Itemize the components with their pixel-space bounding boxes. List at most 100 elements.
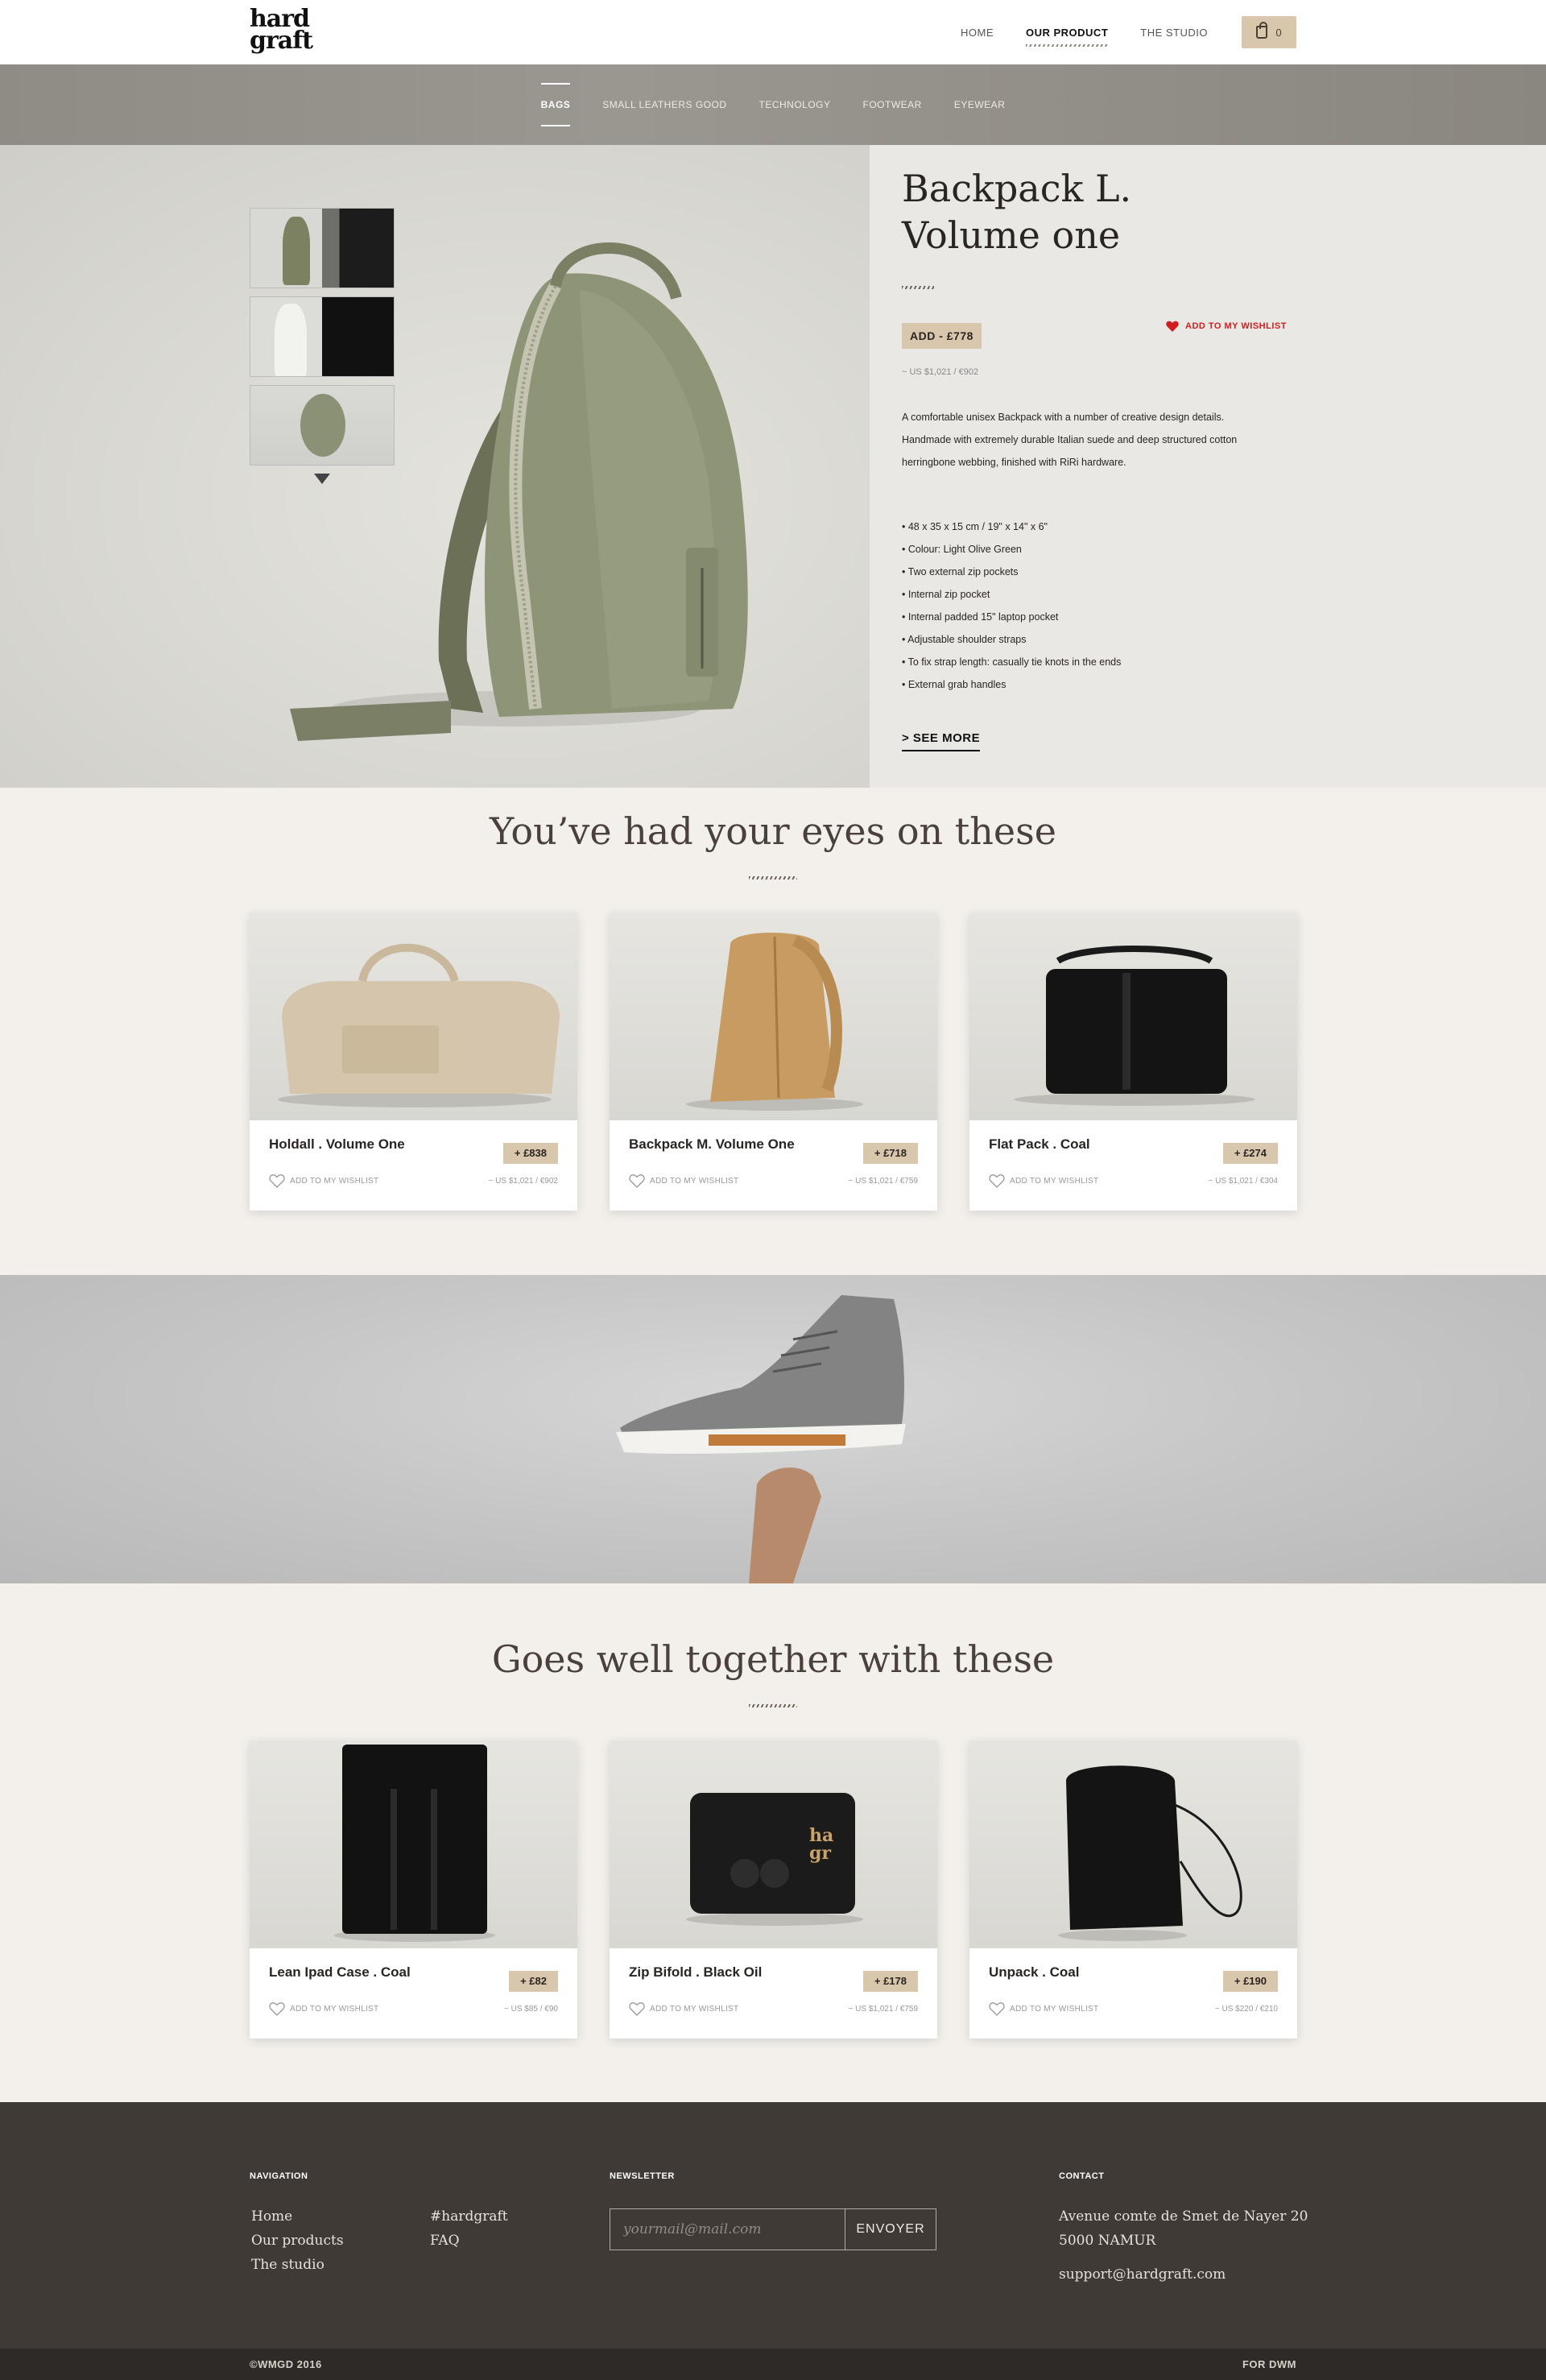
category-footwear[interactable]: FOOTWEAR: [863, 83, 922, 126]
cart-button[interactable]: 0: [1242, 16, 1296, 48]
product-card[interactable]: Holdall . Volume One + £838 ADD TO MY WI…: [250, 913, 577, 1211]
heart-icon: [1166, 321, 1179, 332]
footer-contact-heading: CONTACT: [1059, 2171, 1105, 2181]
wishlist-label: ADD TO MY WISHLIST: [650, 1176, 739, 1186]
heart-outline-icon: [989, 2002, 1005, 2016]
product-image-panel: [0, 145, 870, 788]
alt-price: ~ US $1,021 / €902: [488, 1177, 558, 1186]
newsletter-email-input[interactable]: [610, 2208, 845, 2250]
thumbnail-3[interactable]: [250, 385, 395, 466]
nav-our-product[interactable]: OUR PRODUCT: [1025, 27, 1109, 47]
product-card[interactable]: Unpack . Coal + £190 ADD TO MY WISHLIST …: [969, 1741, 1297, 2039]
footer-navigation-heading: NAVIGATION: [250, 2171, 308, 2181]
bag-open-figure: [300, 394, 345, 457]
thumbnail-list: [250, 208, 395, 484]
model-figure: [275, 304, 307, 376]
credit: FOR DWM: [1242, 2358, 1296, 2370]
product-name: Zip Bifold . Black Oil: [629, 1964, 763, 1980]
footer-link-hashtag[interactable]: #hardgraft: [430, 2208, 508, 2225]
logo-line-2: graft: [250, 27, 313, 55]
card-wishlist[interactable]: ADD TO MY WISHLIST: [989, 1173, 1098, 1188]
heart-outline-icon: [989, 1174, 1005, 1188]
alt-price: ~ US $85 / €90: [504, 2005, 558, 2014]
contact-email-link[interactable]: support@hardgraft.com: [1059, 2266, 1226, 2283]
add-price-button[interactable]: + £82: [509, 1971, 558, 1992]
sneaker-image: [616, 1295, 906, 1583]
heart-outline-icon: [269, 1174, 285, 1188]
product-image: [250, 1741, 577, 1948]
category-technology[interactable]: TECHNOLOGY: [759, 83, 831, 126]
category-bags[interactable]: BAGS: [540, 83, 571, 126]
feature-item: • 48 x 35 x 15 cm / 19" x 14" x 6": [902, 521, 1048, 532]
see-more-link[interactable]: > SEE MORE: [902, 731, 981, 751]
product-name: Holdall . Volume One: [269, 1136, 405, 1152]
add-price-button[interactable]: + £838: [502, 1143, 558, 1164]
alt-price: ~ US $220 / €210: [1214, 2005, 1278, 2014]
contact-address-line1: Avenue comte de Smet de Nayer 20: [1059, 2208, 1308, 2225]
logo[interactable]: hard graft: [250, 7, 322, 55]
contact-address-line2: 5000 NAMUR: [1059, 2233, 1156, 2249]
footer-link-products[interactable]: Our products: [251, 2233, 344, 2249]
product-image: ha gr: [610, 1741, 937, 1948]
copyright: ©WMGD 2016: [250, 2358, 322, 2370]
section-related-title: Goes well together with these: [491, 1637, 1055, 1681]
feature-list: • 48 x 35 x 15 cm / 19" x 14" x 6" • Col…: [902, 515, 1264, 696]
add-price-button[interactable]: + £718: [862, 1143, 918, 1164]
top-header: hard graft HOME OUR PRODUCT THE STUDIO 0: [0, 0, 1546, 64]
newsletter-submit-button[interactable]: ENVOYER: [845, 2208, 936, 2250]
model-figure: [283, 217, 310, 285]
card-wishlist[interactable]: ADD TO MY WISHLIST: [269, 2001, 378, 2016]
nav-the-studio[interactable]: THE STUDIO: [1140, 27, 1208, 39]
section-divider: [749, 1704, 797, 1707]
cart-count: 0: [1275, 26, 1282, 39]
product-card[interactable]: ha gr Zip Bifold . Black Oil + £178 ADD …: [610, 1741, 937, 2039]
product-card[interactable]: Backpack M. Volume One + £718 ADD TO MY …: [610, 913, 937, 1211]
card-wishlist[interactable]: ADD TO MY WISHLIST: [989, 2001, 1098, 2016]
product-image: [969, 1741, 1297, 1948]
wishlist-label: ADD TO MY WISHLIST: [1010, 1176, 1099, 1186]
footer-link-home[interactable]: Home: [251, 2208, 292, 2225]
footer-newsletter-heading: NEWSLETTER: [610, 2171, 675, 2181]
feature-item: • Two external zip pockets: [902, 566, 1019, 577]
add-price-button[interactable]: + £190: [1222, 1971, 1278, 1992]
category-eyewear[interactable]: EYEWEAR: [954, 83, 1006, 126]
product-name: Lean Ipad Case . Coal: [269, 1964, 411, 1980]
alt-price: ~ US $1,021 / €304: [1208, 1177, 1278, 1186]
thumbnail-1[interactable]: [250, 208, 395, 288]
product-card[interactable]: Flat Pack . Coal + £274 ADD TO MY WISHLI…: [969, 913, 1297, 1211]
wishlist-label: ADD TO MY WISHLIST: [290, 2004, 379, 2014]
section-recently-viewed-title: You’ve had your eyes on these: [490, 809, 1056, 853]
footer-link-studio[interactable]: The studio: [251, 2257, 324, 2273]
product-name: Unpack . Coal: [989, 1964, 1080, 1980]
thumbnail-down-arrow-icon[interactable]: [314, 474, 330, 484]
add-price-button[interactable]: + £178: [862, 1971, 918, 1992]
card-wishlist[interactable]: ADD TO MY WISHLIST: [269, 1173, 378, 1188]
backpack-image: [290, 242, 748, 741]
add-to-cart-button[interactable]: ADD - £778: [902, 323, 982, 349]
wishlist-label: ADD TO MY WISHLIST: [1185, 321, 1287, 331]
wishlist-label: ADD TO MY WISHLIST: [290, 1176, 379, 1186]
product-card[interactable]: Lean Ipad Case . Coal + £82 ADD TO MY WI…: [250, 1741, 577, 2039]
shopping-bag-icon: [1256, 22, 1268, 39]
footer-link-faq[interactable]: FAQ: [430, 2233, 460, 2249]
category-small-leathers[interactable]: SMALL LEATHERS GOOD: [602, 83, 726, 126]
product-title: Backpack L. Volume one: [902, 167, 1132, 257]
feature-item: • External grab handles: [902, 679, 1007, 690]
add-to-wishlist-button[interactable]: ADD TO MY WISHLIST: [1166, 321, 1287, 332]
card-wishlist[interactable]: ADD TO MY WISHLIST: [629, 1173, 738, 1188]
main-nav: HOME OUR PRODUCT THE STUDIO: [961, 0, 1208, 64]
footwear-banner[interactable]: [0, 1275, 1546, 1583]
nav-home[interactable]: HOME: [961, 27, 994, 39]
card-wishlist[interactable]: ADD TO MY WISHLIST: [629, 2001, 738, 2016]
wishlist-label: ADD TO MY WISHLIST: [650, 2004, 739, 2014]
thumbnail-2[interactable]: [250, 296, 395, 377]
title-divider: [902, 286, 934, 289]
recently-viewed-cards: Holdall . Volume One + £838 ADD TO MY WI…: [250, 913, 1297, 1211]
category-nav: BAGS SMALL LEATHERS GOOD TECHNOLOGY FOOT…: [0, 64, 1546, 145]
heart-outline-icon: [629, 2002, 645, 2016]
feature-item: • Colour: Light Olive Green: [902, 544, 1022, 555]
product-image: [969, 913, 1297, 1120]
svg-text:gr: gr: [809, 1843, 831, 1864]
add-price-button[interactable]: + £274: [1222, 1143, 1278, 1164]
product-image: [610, 913, 937, 1120]
